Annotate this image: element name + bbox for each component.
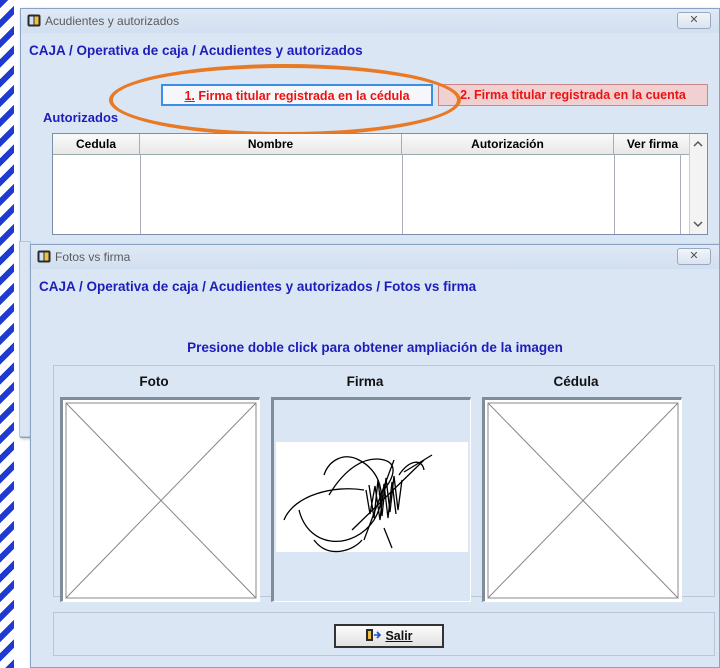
chevron-down-icon[interactable] xyxy=(690,216,706,232)
column-header-autorizacion[interactable]: Autorización xyxy=(402,134,614,154)
table-column xyxy=(614,154,681,234)
fotos-title: Fotos vs firma xyxy=(55,250,131,264)
acudientes-close-button[interactable]: ✕ xyxy=(677,12,711,29)
fotos-vs-firma-window: Fotos vs firma ✕ CAJA / Operativa de caj… xyxy=(30,244,720,668)
signature-image xyxy=(276,442,468,553)
fotos-close-button[interactable]: ✕ xyxy=(677,248,711,265)
tab-firma-cuenta-number: 2. xyxy=(460,88,475,102)
firma-label: Firma xyxy=(346,374,384,389)
fotos-titlebar[interactable]: Fotos vs firma ✕ xyxy=(31,245,719,269)
zoom-hint-text: Presione doble click para obtener amplia… xyxy=(187,340,563,355)
app-window-icon xyxy=(37,250,51,263)
autorizados-section-label: Autorizados xyxy=(43,110,119,125)
tab-firma-cedula-number: 1. xyxy=(184,89,195,103)
table-column xyxy=(402,154,615,234)
fotos-breadcrumb: CAJA / Operativa de caja / Acudientes y … xyxy=(39,279,477,294)
images-panel: Foto Firma Cédula xyxy=(53,365,715,602)
column-header-nombre[interactable]: Nombre xyxy=(140,134,402,154)
background-stripes xyxy=(0,0,14,668)
acudientes-title: Acudientes y autorizados xyxy=(45,14,180,28)
foto-column: Foto xyxy=(54,366,260,602)
firma-image[interactable] xyxy=(271,397,471,602)
cedula-column: Cédula xyxy=(476,366,682,602)
table-column xyxy=(53,154,141,234)
table-scrollbar[interactable] xyxy=(689,134,707,234)
placeholder-image-icon xyxy=(65,402,257,599)
column-header-cedula[interactable]: Cedula xyxy=(53,134,140,154)
exit-label: Salir xyxy=(385,629,413,643)
bottom-toolbar: Salir xyxy=(53,612,715,656)
column-header-ver-firma[interactable]: Ver firma xyxy=(614,134,692,154)
chevron-up-icon[interactable] xyxy=(690,136,706,152)
foto-image[interactable] xyxy=(60,397,260,602)
tab-firma-cuenta[interactable]: 2. Firma titular registrada en la cuenta xyxy=(438,84,708,106)
table-header: Cedula Nombre Autorización Ver firma xyxy=(53,134,707,155)
app-window-icon xyxy=(27,14,41,27)
table-column xyxy=(140,154,403,234)
autorizados-table[interactable]: Cedula Nombre Autorización Ver firma xyxy=(52,133,708,235)
tab-firma-cedula[interactable]: 1. Firma titular registrada en la cédula xyxy=(161,84,433,106)
acudientes-titlebar[interactable]: Acudientes y autorizados ✕ xyxy=(21,9,719,33)
tab-firma-cuenta-label: Firma titular registrada en la cuenta xyxy=(474,88,686,102)
tab-firma-cedula-label: Firma titular registrada en la cédula xyxy=(194,89,410,103)
firma-column: Firma xyxy=(265,366,471,602)
exit-button[interactable]: Salir xyxy=(334,624,444,648)
cedula-image[interactable] xyxy=(482,397,682,602)
acudientes-breadcrumb: CAJA / Operativa de caja / Acudientes y … xyxy=(29,43,363,58)
exit-door-icon xyxy=(366,629,382,641)
foto-label: Foto xyxy=(139,374,169,389)
placeholder-image-icon xyxy=(487,402,679,599)
cedula-label: Cédula xyxy=(553,374,599,389)
